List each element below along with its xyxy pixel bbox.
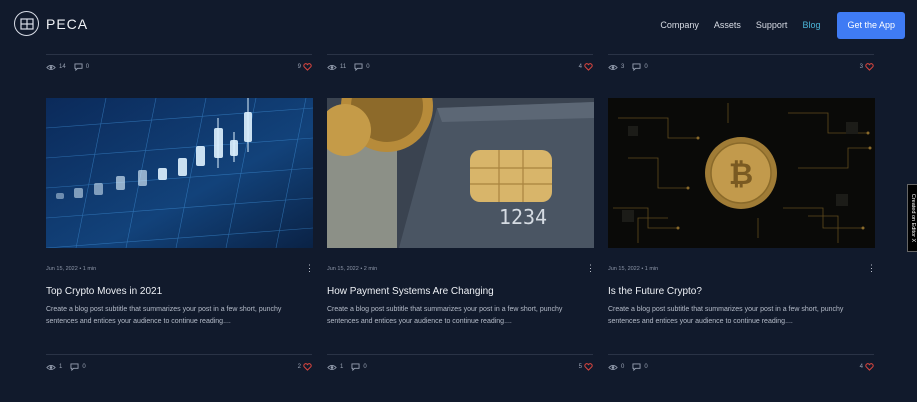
- views-icon: [46, 364, 56, 371]
- comments-icon: [354, 63, 363, 71]
- post-read-time: 1 min: [82, 266, 97, 272]
- post-image-credit-card[interactable]: 1234: [327, 98, 594, 248]
- post-stats: 11 0 4: [327, 60, 593, 74]
- divider: [327, 354, 593, 355]
- post-date: Jun 15, 2022: [327, 266, 359, 272]
- post-read-time: 2 min: [363, 266, 378, 272]
- post-read-time: 1 min: [644, 266, 659, 272]
- comments-count: 0: [644, 64, 648, 70]
- nav-link-blog[interactable]: Blog: [802, 20, 820, 30]
- views-count: 1: [59, 364, 63, 370]
- comments-count: 0: [366, 64, 370, 70]
- bitcoin-symbol-icon: ₿: [729, 157, 753, 192]
- post-stats: 3 0 3: [608, 60, 874, 74]
- views-count: 14: [59, 64, 66, 70]
- comments-count: 0: [363, 364, 367, 370]
- divider: [608, 354, 874, 355]
- post-image-crypto-chart[interactable]: [46, 98, 313, 248]
- divider: [608, 54, 874, 55]
- comments-icon: [70, 363, 79, 371]
- nav-link-support[interactable]: Support: [756, 20, 788, 30]
- likes-count: 3: [859, 64, 863, 70]
- site-header: PECA Company Assets Support Blog Get the…: [0, 0, 917, 50]
- editor-x-side-tab[interactable]: Created on Editor X: [907, 184, 917, 252]
- heart-icon[interactable]: [303, 63, 312, 71]
- post-date: Jun 15, 2022: [608, 266, 640, 272]
- get-the-app-button[interactable]: Get the App: [837, 11, 905, 39]
- brand-logo[interactable]: PECA: [14, 11, 88, 36]
- post-excerpt: Create a blog post subtitle that summari…: [46, 306, 282, 325]
- post-meta: Jun 15, 2022 • 2 min: [327, 266, 378, 272]
- views-icon: [608, 364, 618, 371]
- heart-icon[interactable]: [584, 363, 593, 371]
- comments-icon: [74, 63, 83, 71]
- heart-icon[interactable]: [584, 63, 593, 71]
- divider: [327, 54, 593, 55]
- views-icon: [327, 64, 337, 71]
- post-stats: 0 0 4: [608, 360, 874, 374]
- divider: [46, 54, 312, 55]
- post-stats: 1 0 5: [327, 360, 593, 374]
- views-count: 1: [340, 364, 344, 370]
- divider: [46, 354, 312, 355]
- post-date: Jun 15, 2022: [46, 266, 78, 272]
- post-title[interactable]: Top Crypto Moves in 2021: [46, 286, 162, 297]
- post-title[interactable]: Is the Future Crypto?: [608, 286, 702, 297]
- likes-count: 5: [578, 364, 582, 370]
- comments-count: 0: [644, 364, 648, 370]
- more-options-icon[interactable]: ⋮: [305, 264, 314, 273]
- post-image-bitcoin-circuit[interactable]: ₿: [608, 98, 875, 248]
- views-icon: [46, 64, 56, 71]
- comments-icon: [632, 63, 641, 71]
- post-excerpt: Create a blog post subtitle that summari…: [327, 306, 563, 325]
- post-stats: 1 0 2: [46, 360, 312, 374]
- peca-logo-icon: [14, 11, 39, 36]
- views-icon: [327, 364, 337, 371]
- views-count: 0: [621, 364, 625, 370]
- likes-count: 4: [578, 64, 582, 70]
- nav-link-company[interactable]: Company: [660, 20, 699, 30]
- views-count: 3: [621, 64, 625, 70]
- card-number-text: 1234: [499, 205, 547, 229]
- views-icon: [608, 64, 618, 71]
- comments-icon: [351, 363, 360, 371]
- heart-icon[interactable]: [303, 363, 312, 371]
- comments-icon: [632, 363, 641, 371]
- likes-count: 2: [297, 364, 301, 370]
- more-options-icon[interactable]: ⋮: [586, 264, 595, 273]
- post-title[interactable]: How Payment Systems Are Changing: [327, 286, 494, 297]
- brand-name: PECA: [46, 15, 89, 32]
- post-meta: Jun 15, 2022 • 1 min: [46, 266, 97, 272]
- likes-count: 9: [297, 64, 301, 70]
- heart-icon[interactable]: [865, 363, 874, 371]
- views-count: 11: [340, 64, 347, 70]
- comments-count: 0: [85, 64, 90, 70]
- heart-icon[interactable]: [865, 63, 874, 71]
- comments-count: 0: [82, 364, 86, 370]
- main-nav: Company Assets Support Blog Get the App: [660, 0, 917, 50]
- side-tab-label: Created on Editor X: [909, 193, 916, 243]
- post-stats: 14 0 9: [46, 60, 312, 74]
- nav-link-assets[interactable]: Assets: [714, 20, 741, 30]
- post-excerpt: Create a blog post subtitle that summari…: [608, 306, 844, 325]
- post-meta: Jun 15, 2022 • 1 min: [608, 266, 659, 272]
- likes-count: 4: [859, 364, 863, 370]
- more-options-icon[interactable]: ⋮: [867, 264, 876, 273]
